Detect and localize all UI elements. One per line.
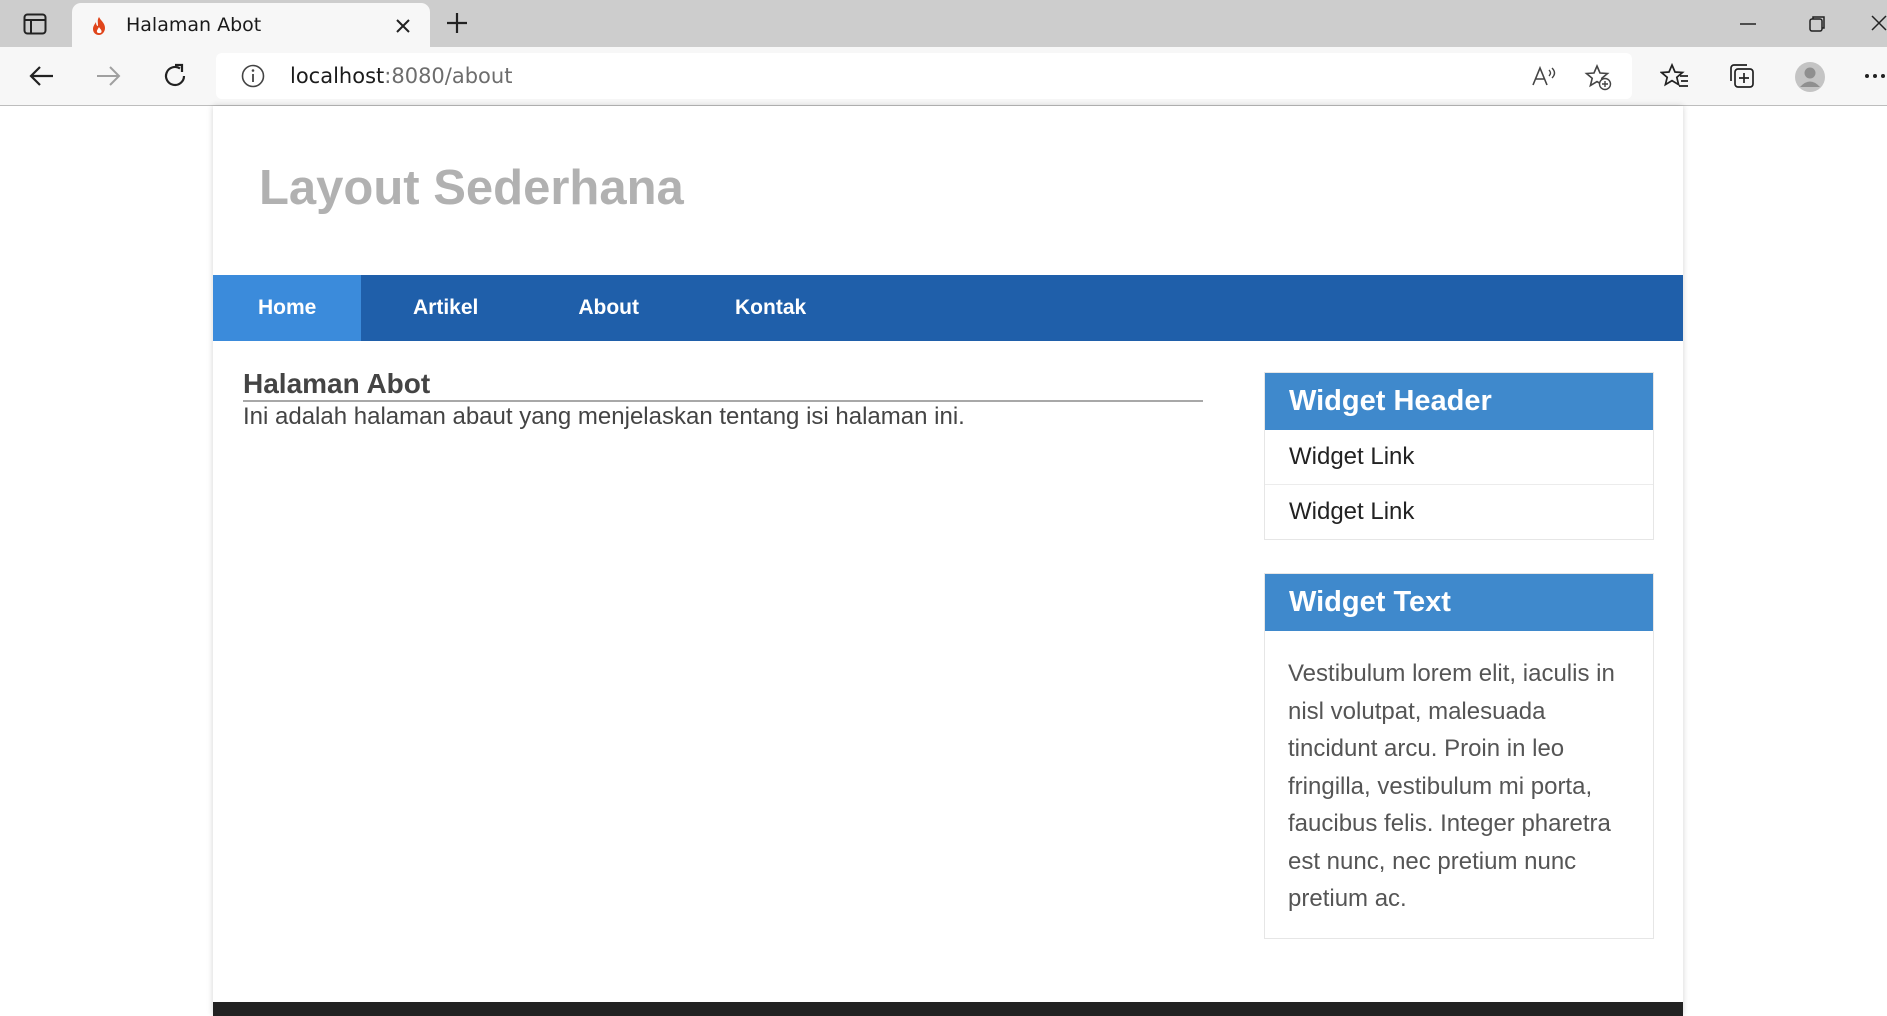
- nav-item-about[interactable]: About: [530, 275, 687, 341]
- forward-arrow-icon[interactable]: [93, 61, 123, 91]
- content-heading: Halaman Abot: [243, 368, 1203, 402]
- content-body: Ini adalah halaman abaut yang menjelaska…: [243, 403, 965, 430]
- add-favorite-icon[interactable]: [1584, 63, 1612, 91]
- widget-link[interactable]: Widget Link: [1265, 430, 1653, 485]
- tab-actions-icon[interactable]: [18, 12, 52, 36]
- tab-title: Halaman Abot: [126, 14, 262, 36]
- close-tab-icon[interactable]: [392, 15, 414, 37]
- url-host: localhost: [290, 64, 385, 88]
- footer-bar: [213, 1002, 1683, 1016]
- browser-tab[interactable]: Halaman Abot: [72, 3, 430, 47]
- site-title: Layout Sederhana: [259, 161, 684, 215]
- widget-text: Widget Text Vestibulum lorem elit, iacul…: [1264, 573, 1654, 939]
- address-bar[interactable]: localhost:8080/about: [216, 53, 1632, 99]
- main-content: Halaman Abot Ini adalah halaman abaut ya…: [243, 368, 1203, 432]
- browser-toolbar: localhost:8080/about: [0, 47, 1887, 106]
- widget-links: Widget Header Widget Link Widget Link: [1264, 372, 1654, 540]
- profile-avatar-icon[interactable]: [1794, 61, 1825, 92]
- widget-text-body: Vestibulum lorem elit, iaculis in nisl v…: [1288, 660, 1615, 912]
- restore-icon[interactable]: [1805, 12, 1829, 36]
- main-nav: Home Artikel About Kontak: [213, 275, 1683, 341]
- nav-item-artikel[interactable]: Artikel: [361, 275, 530, 341]
- widget-text-header: Widget Text: [1265, 574, 1653, 631]
- favorites-icon[interactable]: [1659, 61, 1690, 91]
- more-options-icon[interactable]: [1862, 61, 1887, 91]
- widget-header: Widget Header: [1265, 373, 1653, 430]
- minimize-icon[interactable]: [1736, 12, 1760, 36]
- close-window-icon[interactable]: [1868, 12, 1887, 36]
- nav-item-home[interactable]: Home: [213, 275, 361, 341]
- page-container: Layout Sederhana Home Artikel About Kont…: [213, 106, 1683, 1016]
- browser-tab-bar: Halaman Abot: [0, 0, 1887, 47]
- info-icon[interactable]: [240, 63, 266, 89]
- url-text[interactable]: localhost:8080/about: [290, 64, 512, 88]
- collections-icon[interactable]: [1727, 61, 1757, 91]
- nav-item-kontak[interactable]: Kontak: [687, 275, 854, 341]
- new-tab-icon[interactable]: [444, 10, 470, 36]
- flame-icon: [88, 15, 110, 37]
- refresh-icon[interactable]: [160, 61, 190, 91]
- sidebar: Widget Header Widget Link Widget Link Wi…: [1264, 372, 1654, 972]
- url-path: :8080/about: [384, 64, 513, 88]
- widget-link[interactable]: Widget Link: [1265, 485, 1653, 539]
- read-aloud-icon[interactable]: [1530, 63, 1558, 91]
- back-arrow-icon[interactable]: [27, 61, 57, 91]
